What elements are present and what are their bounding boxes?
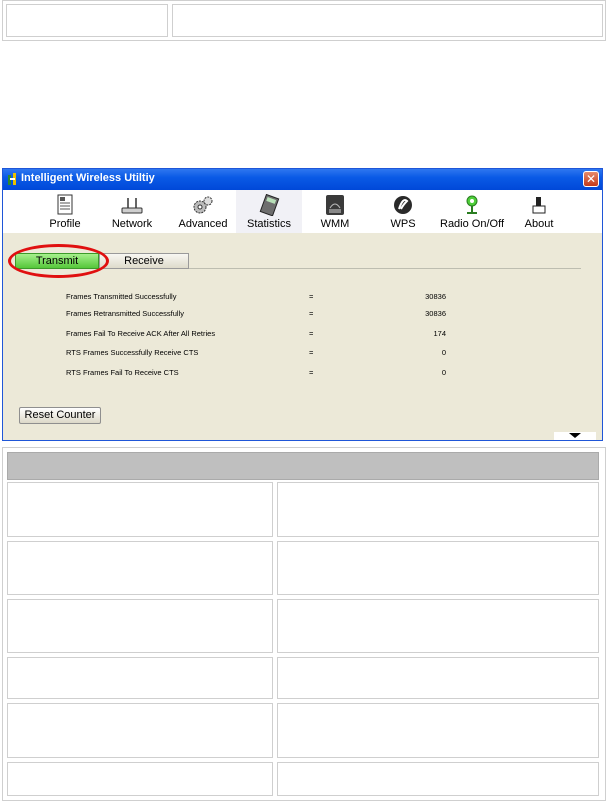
toolbar: Profile Network Advanced Statistics WMM …	[3, 190, 602, 233]
table-cell	[277, 703, 599, 758]
toolbar-label-network: Network	[111, 218, 153, 230]
statistics-panel: Transmit Receive Frames Transmitted Succ…	[3, 233, 602, 440]
triangle-down-icon	[569, 433, 581, 438]
stat-label: Frames Transmitted Successfully	[66, 292, 177, 301]
toolbar-network[interactable]: Network	[107, 190, 157, 233]
stat-value: 30836	[425, 292, 446, 301]
stat-row: Frames Fail To Receive ACK After All Ret…	[3, 329, 602, 341]
stat-label: Frames Retransmitted Successfully	[66, 309, 184, 318]
stat-equals: =	[309, 309, 314, 318]
about-icon	[532, 197, 546, 214]
stat-equals: =	[309, 292, 314, 301]
stat-value: 174	[433, 329, 446, 338]
table-cell	[7, 541, 273, 595]
table-cell	[7, 762, 273, 796]
toolbar-wmm[interactable]: WMM	[315, 190, 355, 233]
close-icon: ✕	[585, 172, 597, 186]
toolbar-wps[interactable]: WPS	[383, 190, 423, 233]
stat-equals: =	[309, 329, 314, 338]
tab-divider	[189, 268, 581, 269]
stat-value: 30836	[425, 309, 446, 318]
stat-row: RTS Frames Fail To Receive CTS = 0	[3, 368, 602, 380]
close-button[interactable]: ✕	[583, 171, 599, 187]
stat-row: Frames Transmitted Successfully = 30836	[3, 292, 602, 304]
highlight-oval	[8, 244, 109, 278]
title-bar[interactable]: Intelligent Wireless Utiltiy ✕	[3, 169, 602, 190]
app-icon	[8, 173, 16, 185]
radio-icon	[466, 195, 478, 214]
statistics-icon	[259, 194, 280, 216]
reset-counter-button[interactable]: Reset Counter	[19, 407, 101, 424]
table-cell	[277, 599, 599, 653]
toolbar-label-radio: Radio On/Off	[440, 218, 504, 230]
toolbar-advanced[interactable]: Advanced	[175, 190, 231, 233]
table-header	[7, 452, 599, 480]
toolbar-label-wps: WPS	[390, 218, 416, 230]
scroll-down-button[interactable]	[554, 432, 596, 440]
toolbar-label-statistics: Statistics	[246, 218, 291, 230]
toolbar-label-profile: Profile	[49, 218, 81, 230]
toolbar-radio[interactable]: Radio On/Off	[436, 190, 508, 233]
table-cell	[277, 762, 599, 796]
table-cell	[277, 541, 599, 595]
top-table-cell-1	[6, 4, 168, 37]
stat-equals: =	[309, 368, 314, 377]
description-table	[2, 447, 606, 801]
wps-icon	[394, 196, 412, 214]
toolbar-statistics[interactable]: Statistics	[236, 190, 302, 233]
advanced-icon	[193, 196, 213, 214]
stat-label: RTS Frames Fail To Receive CTS	[66, 368, 179, 377]
window-title: Intelligent Wireless Utiltiy	[21, 172, 155, 184]
toolbar-label-about: About	[524, 218, 554, 230]
stat-row: Frames Retransmitted Successfully = 3083…	[3, 309, 602, 321]
stat-label: Frames Fail To Receive ACK After All Ret…	[66, 329, 216, 338]
table-cell	[7, 599, 273, 653]
profile-icon	[57, 194, 73, 215]
stat-label: RTS Frames Successfully Receive CTS	[66, 348, 199, 357]
toolbar-about[interactable]: About	[519, 190, 559, 233]
toolbar-label-wmm: WMM	[320, 218, 350, 230]
stat-value: 0	[441, 368, 446, 377]
table-cell	[277, 657, 599, 699]
stat-row: RTS Frames Successfully Receive CTS = 0	[3, 348, 602, 360]
stat-equals: =	[309, 348, 314, 357]
table-cell	[277, 482, 599, 537]
tab-receive[interactable]: Receive	[99, 253, 189, 269]
wmm-icon	[326, 195, 344, 215]
toolbar-profile[interactable]: Profile	[45, 190, 85, 233]
network-icon	[121, 198, 143, 214]
app-window: Intelligent Wireless Utiltiy ✕ Profile N	[2, 168, 603, 441]
top-table	[2, 0, 606, 41]
table-cell	[7, 657, 273, 699]
toolbar-label-advanced: Advanced	[178, 218, 228, 230]
table-cell	[7, 482, 273, 537]
stat-value: 0	[441, 348, 446, 357]
top-table-cell-2	[172, 4, 603, 37]
table-cell	[7, 703, 273, 758]
